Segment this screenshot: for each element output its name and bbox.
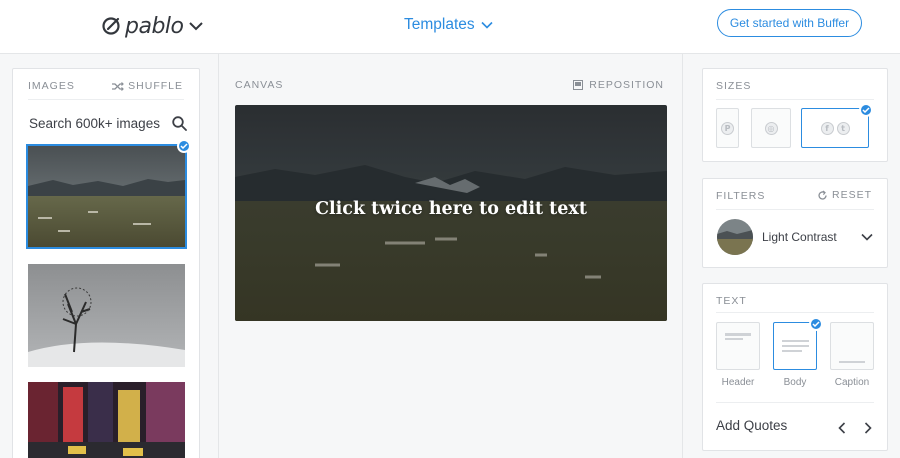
size-facebook-twitter-button[interactable]: f t — [801, 108, 869, 148]
divider — [716, 312, 874, 313]
reset-button[interactable]: RESET — [817, 189, 872, 201]
size-pinterest-button[interactable]: P — [716, 108, 739, 148]
reset-label: RESET — [831, 189, 872, 201]
sizes-title: SIZES — [716, 80, 752, 92]
body-line-glyph — [782, 345, 809, 347]
selected-check-icon — [809, 317, 823, 331]
body-line-glyph — [782, 340, 809, 342]
header-line-glyph — [725, 338, 743, 340]
logo-text: pablo — [125, 13, 184, 39]
body-line-glyph — [782, 350, 802, 352]
chevron-left-icon[interactable] — [838, 422, 846, 434]
images-panel: IMAGES SHUFFLE Search 600k+ images — [12, 68, 200, 458]
filters-panel: FILTERS RESET Light Contrast — [702, 178, 888, 268]
canvas-title: CANVAS — [235, 79, 284, 91]
instagram-icon: ◎ — [764, 121, 778, 135]
header-line-glyph — [725, 333, 751, 336]
size-instagram-button[interactable]: ◎ — [751, 108, 791, 148]
sizes-panel: SIZES P ◎ f t — [702, 68, 888, 162]
filter-name: Light Contrast — [762, 230, 837, 244]
chevron-right-icon[interactable] — [864, 422, 872, 434]
chevron-down-icon — [861, 233, 873, 241]
selected-check-icon — [859, 103, 873, 117]
image-thumbnail-snowy-tree[interactable] — [28, 264, 185, 367]
add-quotes-label: Add Quotes — [716, 418, 788, 433]
image-thumbnail-mountains[interactable] — [26, 144, 187, 249]
text-title: TEXT — [716, 295, 747, 307]
pablo-logo[interactable]: pablo — [101, 11, 204, 41]
design-canvas[interactable]: Click twice here to edit text — [235, 105, 667, 321]
images-panel-header: IMAGES SHUFFLE — [28, 80, 183, 92]
divider — [716, 99, 874, 100]
reposition-button[interactable]: REPOSITION — [573, 79, 664, 91]
text-option-header-label: Header — [721, 377, 755, 388]
templates-dropdown[interactable]: Templates — [404, 16, 493, 34]
twitter-icon: t — [836, 121, 850, 135]
shuffle-label: SHUFFLE — [128, 80, 183, 92]
text-option-caption-label: Caption — [834, 377, 870, 388]
canvas-panel: CANVAS REPOSITION Click twice here to ed… — [218, 54, 683, 458]
mountain-landscape-image — [28, 146, 185, 247]
reset-icon — [818, 190, 827, 200]
city-night-image — [28, 382, 185, 458]
text-option-header[interactable] — [716, 322, 760, 370]
divider — [716, 209, 874, 210]
divider — [716, 402, 874, 403]
canvas-text-overlay[interactable]: Click twice here to edit text — [235, 199, 667, 219]
divider — [28, 99, 184, 100]
templates-label: Templates — [404, 16, 475, 33]
chevron-down-icon — [481, 21, 493, 29]
snowy-tree-image — [28, 264, 185, 367]
canvas-header: CANVAS REPOSITION — [235, 79, 664, 91]
caption-line-glyph — [839, 361, 865, 363]
selected-check-icon — [177, 139, 191, 153]
images-title: IMAGES — [28, 80, 75, 92]
filter-preview-thumbnail — [717, 219, 753, 255]
filter-select[interactable]: Light Contrast — [717, 219, 873, 255]
reposition-label: REPOSITION — [589, 79, 664, 91]
text-option-caption[interactable] — [830, 322, 874, 370]
chevron-down-icon[interactable] — [188, 21, 204, 31]
image-search-input[interactable]: Search 600k+ images — [29, 112, 187, 134]
pinterest-icon: P — [721, 121, 734, 135]
text-option-body-label: Body — [783, 377, 807, 388]
top-bar: pablo Templates Get started with Buffer — [0, 0, 900, 54]
search-icon[interactable] — [172, 115, 187, 131]
text-panel: TEXT Header Body Caption Add Quotes — [702, 283, 888, 451]
reposition-icon — [573, 80, 584, 90]
shuffle-button[interactable]: SHUFFLE — [112, 80, 183, 92]
search-placeholder: Search 600k+ images — [29, 115, 160, 131]
shuffle-icon — [112, 81, 125, 91]
get-started-button[interactable]: Get started with Buffer — [717, 9, 862, 37]
filters-title: FILTERS — [716, 190, 766, 202]
facebook-icon: f — [820, 121, 834, 135]
logo-mark-icon — [102, 17, 120, 35]
image-thumbnail-city[interactable] — [28, 382, 185, 458]
